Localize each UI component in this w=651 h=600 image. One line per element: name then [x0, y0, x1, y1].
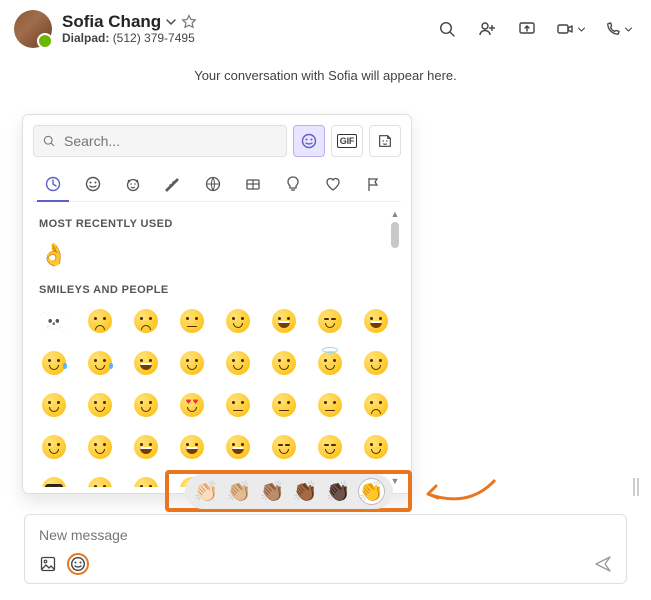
- emoji-item[interactable]: ☠️: [35, 302, 73, 340]
- tab-sticker-button[interactable]: [369, 125, 401, 157]
- emoji-item[interactable]: [219, 386, 257, 424]
- emoji-item[interactable]: [219, 428, 257, 466]
- section-smileys-title: SMILEYS AND PEOPLE: [39, 284, 401, 296]
- emoji-item[interactable]: [127, 428, 165, 466]
- emoji-item[interactable]: [173, 386, 211, 424]
- header-actions: [436, 18, 633, 40]
- send-button[interactable]: [592, 553, 614, 575]
- cat-flags[interactable]: [353, 167, 393, 201]
- emoji-item[interactable]: [219, 344, 257, 382]
- cat-smileys[interactable]: [73, 167, 113, 201]
- cat-animals[interactable]: [113, 167, 153, 201]
- emoji-item[interactable]: [35, 428, 73, 466]
- emoji-item[interactable]: [81, 470, 119, 487]
- section-recent-title: MOST RECENTLY USED: [39, 218, 401, 230]
- skin-tone-medium-dark[interactable]: 👏🏾: [292, 478, 319, 505]
- emoji-picker-panel: GIF MOST RECENTLY USED 👌 SMILEYS AND PEO…: [22, 114, 412, 494]
- emoji-item[interactable]: [219, 302, 257, 340]
- chevron-down-icon[interactable]: [165, 16, 177, 28]
- emoji-item[interactable]: [127, 302, 165, 340]
- share-screen-icon[interactable]: [516, 18, 538, 40]
- emoji-search-field[interactable]: [33, 125, 287, 157]
- cat-objects[interactable]: [273, 167, 313, 201]
- emoji-item[interactable]: [311, 428, 349, 466]
- empty-conversation-message: Your conversation with Sofia will appear…: [0, 54, 651, 83]
- chat-header: Sofia Chang Dialpad: (512) 379-7495: [0, 0, 651, 54]
- cat-activity[interactable]: [193, 167, 233, 201]
- compose-toolbar: [37, 553, 614, 575]
- cat-travel[interactable]: [233, 167, 273, 201]
- tab-emoji-button[interactable]: [293, 125, 325, 157]
- emoji-list: MOST RECENTLY USED 👌 SMILEYS AND PEOPLE …: [33, 208, 401, 487]
- cat-symbols[interactable]: [313, 167, 353, 201]
- emoji-item[interactable]: [311, 302, 349, 340]
- emoji-item[interactable]: [35, 386, 73, 424]
- emoji-item[interactable]: [81, 386, 119, 424]
- emoji-item[interactable]: [173, 428, 211, 466]
- compose-placeholder[interactable]: New message: [39, 527, 612, 543]
- emoji-item[interactable]: [173, 344, 211, 382]
- cat-recent[interactable]: [33, 167, 73, 201]
- attach-image-icon[interactable]: [37, 553, 59, 575]
- skin-tone-default[interactable]: 👏: [358, 478, 385, 505]
- favorite-star-icon[interactable]: [181, 14, 197, 30]
- emoji-item[interactable]: [35, 344, 73, 382]
- tab-gif-button[interactable]: GIF: [331, 125, 363, 157]
- emoji-item[interactable]: [265, 386, 303, 424]
- contact-name[interactable]: Sofia Chang: [62, 12, 161, 32]
- emoji-item[interactable]: [265, 302, 303, 340]
- skin-tone-light[interactable]: 👏🏻: [193, 478, 220, 505]
- dialpad-label: Dialpad:: [62, 31, 109, 45]
- search-icon: [42, 134, 56, 148]
- emoji-item[interactable]: [127, 470, 165, 487]
- emoji-item[interactable]: [35, 470, 73, 487]
- emoji-item[interactable]: [311, 344, 349, 382]
- emoji-item[interactable]: [265, 344, 303, 382]
- video-call-button[interactable]: [556, 18, 586, 40]
- emoji-item[interactable]: [81, 344, 119, 382]
- scroll-thumb[interactable]: [391, 222, 399, 248]
- emoji-button[interactable]: [67, 553, 89, 575]
- cat-food[interactable]: [153, 167, 193, 201]
- emoji-item[interactable]: [311, 386, 349, 424]
- contact-avatar[interactable]: [14, 10, 52, 48]
- dialpad-line: Dialpad: (512) 379-7495: [62, 32, 197, 46]
- dialpad-number: (512) 379-7495: [113, 31, 195, 45]
- scroll-up-icon[interactable]: ▲: [389, 208, 401, 220]
- emoji-item[interactable]: [127, 344, 165, 382]
- emoji-item[interactable]: [265, 428, 303, 466]
- skin-tone-dark[interactable]: 👏🏿: [325, 478, 352, 505]
- add-people-icon[interactable]: [476, 18, 498, 40]
- picker-toolbar: GIF: [33, 125, 401, 157]
- emoji-item[interactable]: [127, 386, 165, 424]
- resize-grip-icon[interactable]: [633, 478, 639, 496]
- annotation-arrow-icon: [420, 472, 500, 512]
- audio-call-button[interactable]: [604, 18, 633, 40]
- emoji-category-tabs: [33, 167, 401, 202]
- skin-tone-medium-light[interactable]: 👏🏼: [226, 478, 253, 505]
- compose-box[interactable]: New message: [24, 514, 627, 584]
- contact-info: Sofia Chang Dialpad: (512) 379-7495: [62, 12, 197, 45]
- emoji-item[interactable]: [81, 302, 119, 340]
- skin-tone-pill: 👏🏻 👏🏼 👏🏽 👏🏾 👏🏿 👏: [185, 474, 393, 509]
- emoji-item[interactable]: [173, 302, 211, 340]
- emoji-scrollbar[interactable]: ▲ ▼: [389, 208, 401, 487]
- emoji-search-input[interactable]: [62, 132, 278, 150]
- emoji-item[interactable]: [81, 428, 119, 466]
- emoji-ok-hand[interactable]: 👌: [35, 236, 73, 274]
- skin-tone-medium[interactable]: 👏🏽: [259, 478, 286, 505]
- skin-tone-popup: 👏🏻 👏🏼 👏🏽 👏🏾 👏🏿 👏: [165, 470, 412, 512]
- search-icon[interactable]: [436, 18, 458, 40]
